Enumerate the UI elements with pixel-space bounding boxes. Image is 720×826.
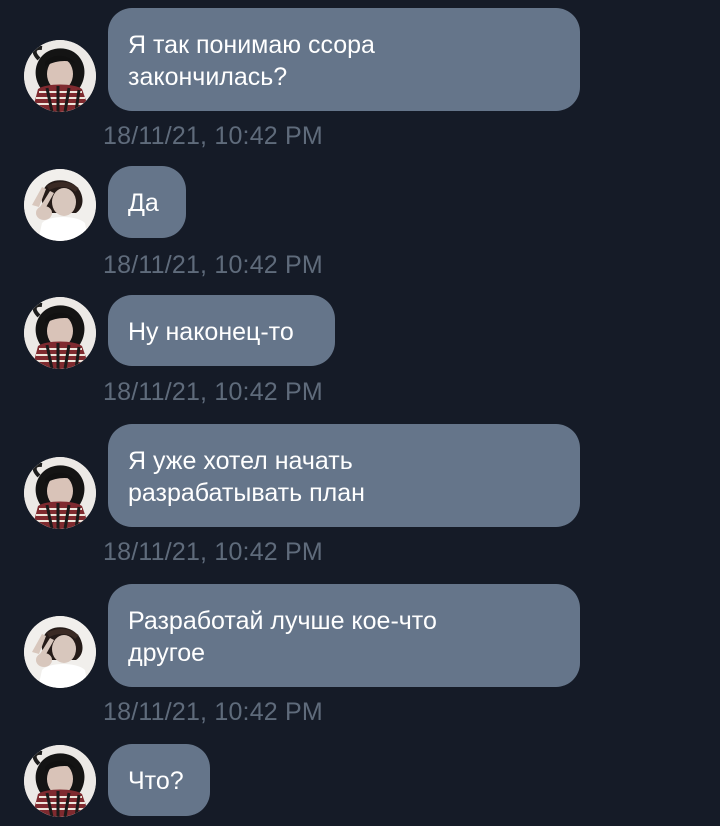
avatar[interactable] [24,169,96,241]
message-timestamp: 18/11/21, 10:42 PM [103,538,323,566]
message-bubble[interactable]: Ну наконец-то [108,295,335,366]
avatar-photo-b-icon [24,616,96,688]
message-bubble[interactable]: Я так понимаю ссора закончилась? [108,8,580,111]
avatar[interactable] [24,40,96,112]
chat-thread: Я так понимаю ссора закончилась? 18/11/2… [0,0,720,826]
message-bubble[interactable]: Что? [108,744,210,816]
avatar-photo-a-icon [24,745,96,817]
avatar[interactable] [24,745,96,817]
message-bubble[interactable]: Я уже хотел начать разрабатывать план [108,424,580,527]
avatar[interactable] [24,457,96,529]
message-timestamp: 18/11/21, 10:42 PM [103,698,323,726]
avatar-photo-a-icon [24,40,96,112]
avatar-photo-a-icon [24,457,96,529]
message-timestamp: 18/11/21, 10:42 PM [103,378,323,406]
avatar[interactable] [24,297,96,369]
message-bubble[interactable]: Да [108,166,186,238]
avatar-photo-a-icon [24,297,96,369]
message-bubble[interactable]: Разработай лучше кое-что другое [108,584,580,687]
message-timestamp: 18/11/21, 10:42 PM [103,251,323,279]
avatar-photo-b-icon [24,169,96,241]
avatar[interactable] [24,616,96,688]
message-timestamp: 18/11/21, 10:42 PM [103,122,323,150]
